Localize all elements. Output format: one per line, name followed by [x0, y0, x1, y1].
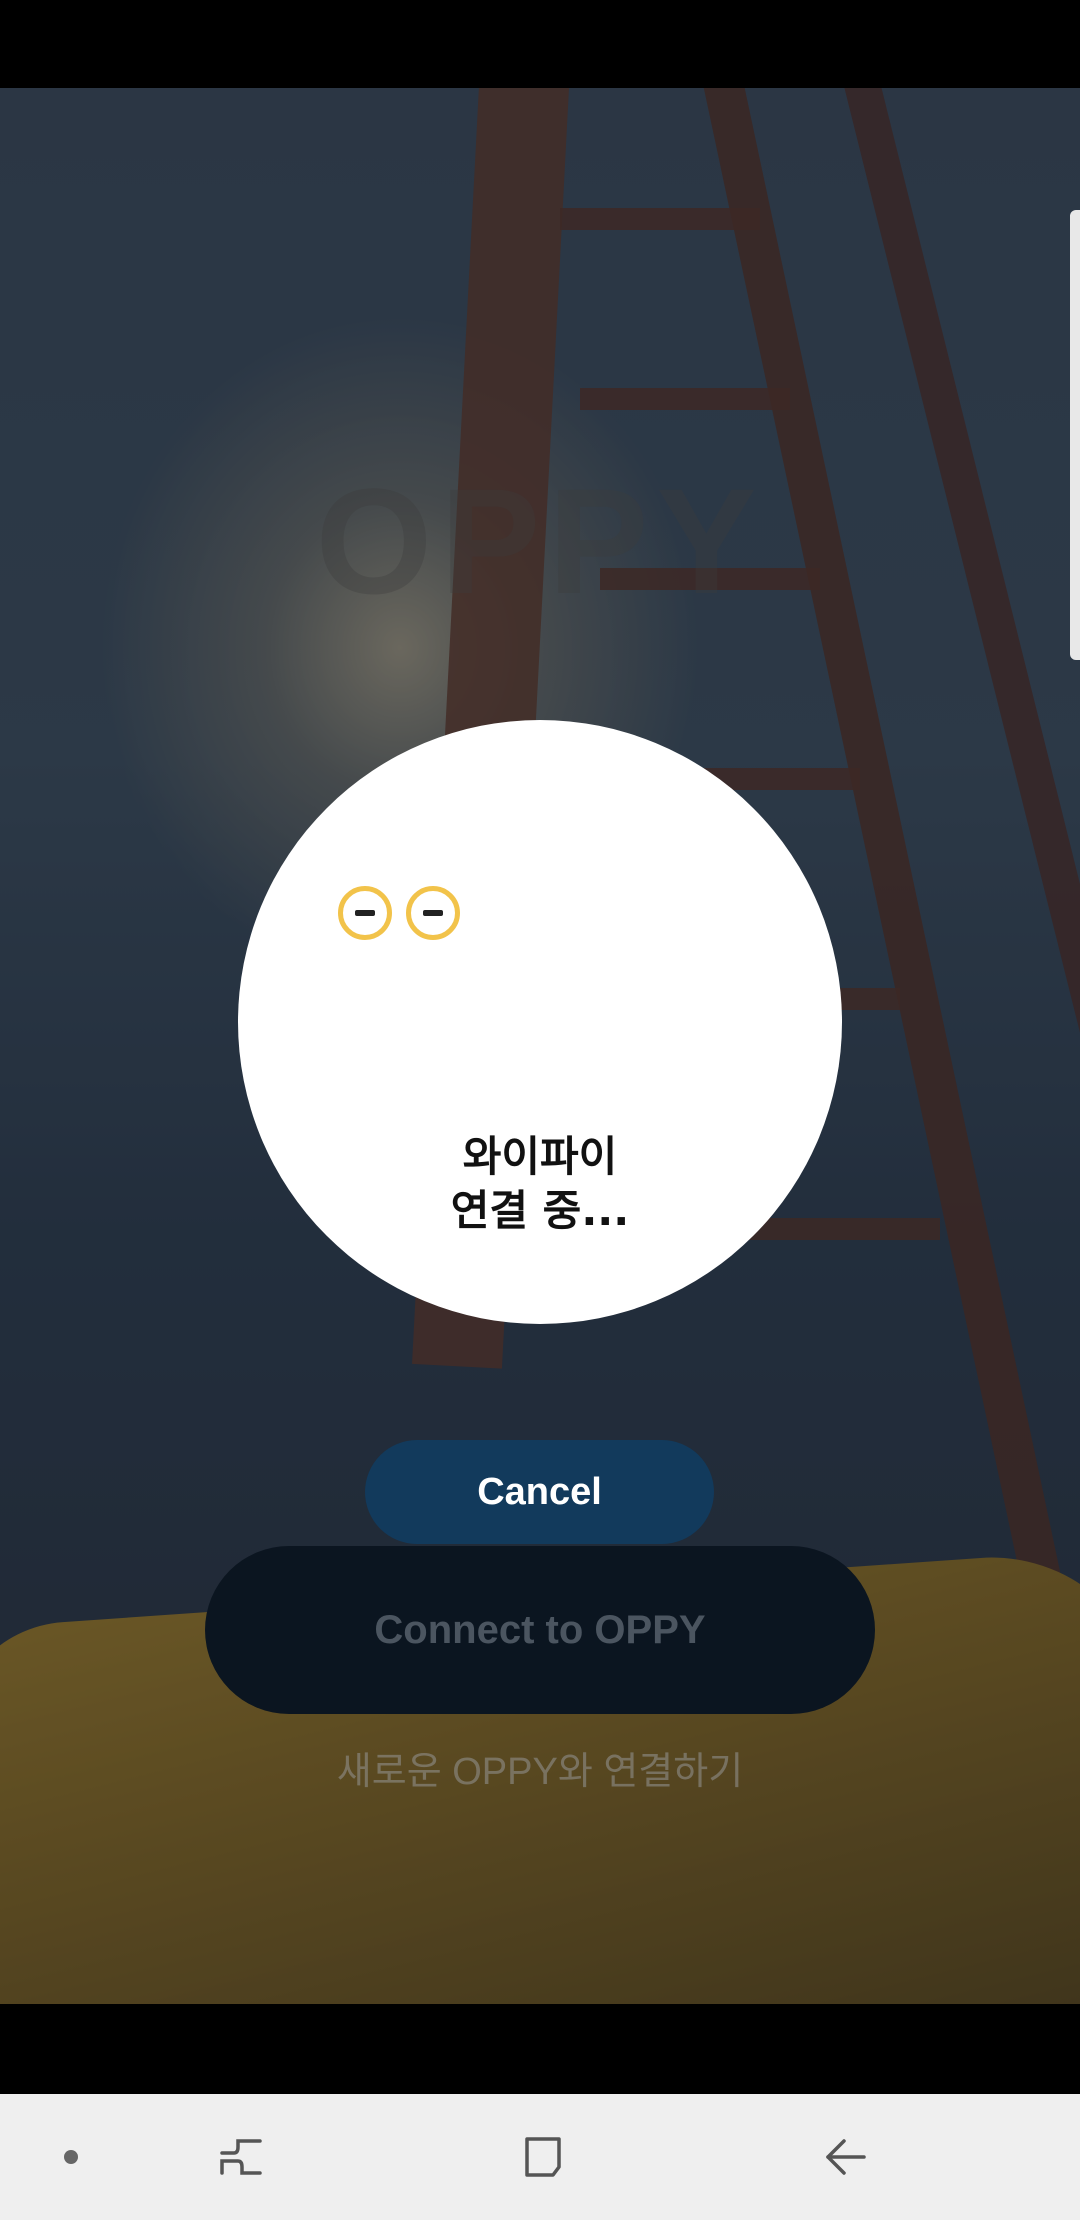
new-connection-link[interactable]: 새로운 OPPY와 연결하기	[0, 1740, 1080, 1795]
connect-button[interactable]: Connect to OPPY	[205, 1546, 875, 1714]
status-line-2: 연결 중...	[450, 1186, 630, 1235]
connecting-status: 와이파이 연결 중...	[238, 1130, 842, 1238]
app-logo: OPPY	[315, 457, 765, 625]
home-icon[interactable]	[483, 2094, 603, 2220]
eye-icon	[406, 886, 460, 940]
mascot-eyes	[338, 886, 460, 940]
cancel-button[interactable]: Cancel	[365, 1440, 714, 1544]
status-bar	[0, 0, 1080, 88]
eye-icon	[338, 886, 392, 940]
back-icon[interactable]	[786, 2094, 906, 2220]
status-line-1: 와이파이	[462, 1132, 618, 1181]
navigation-bar	[0, 2094, 1080, 2220]
bottom-bezel	[0, 2004, 1080, 2094]
recent-apps-icon[interactable]	[180, 2094, 300, 2220]
edge-panel-handle[interactable]	[1070, 210, 1080, 660]
dot-icon[interactable]	[11, 2094, 131, 2220]
connecting-dialog: 와이파이 연결 중...	[238, 720, 842, 1324]
